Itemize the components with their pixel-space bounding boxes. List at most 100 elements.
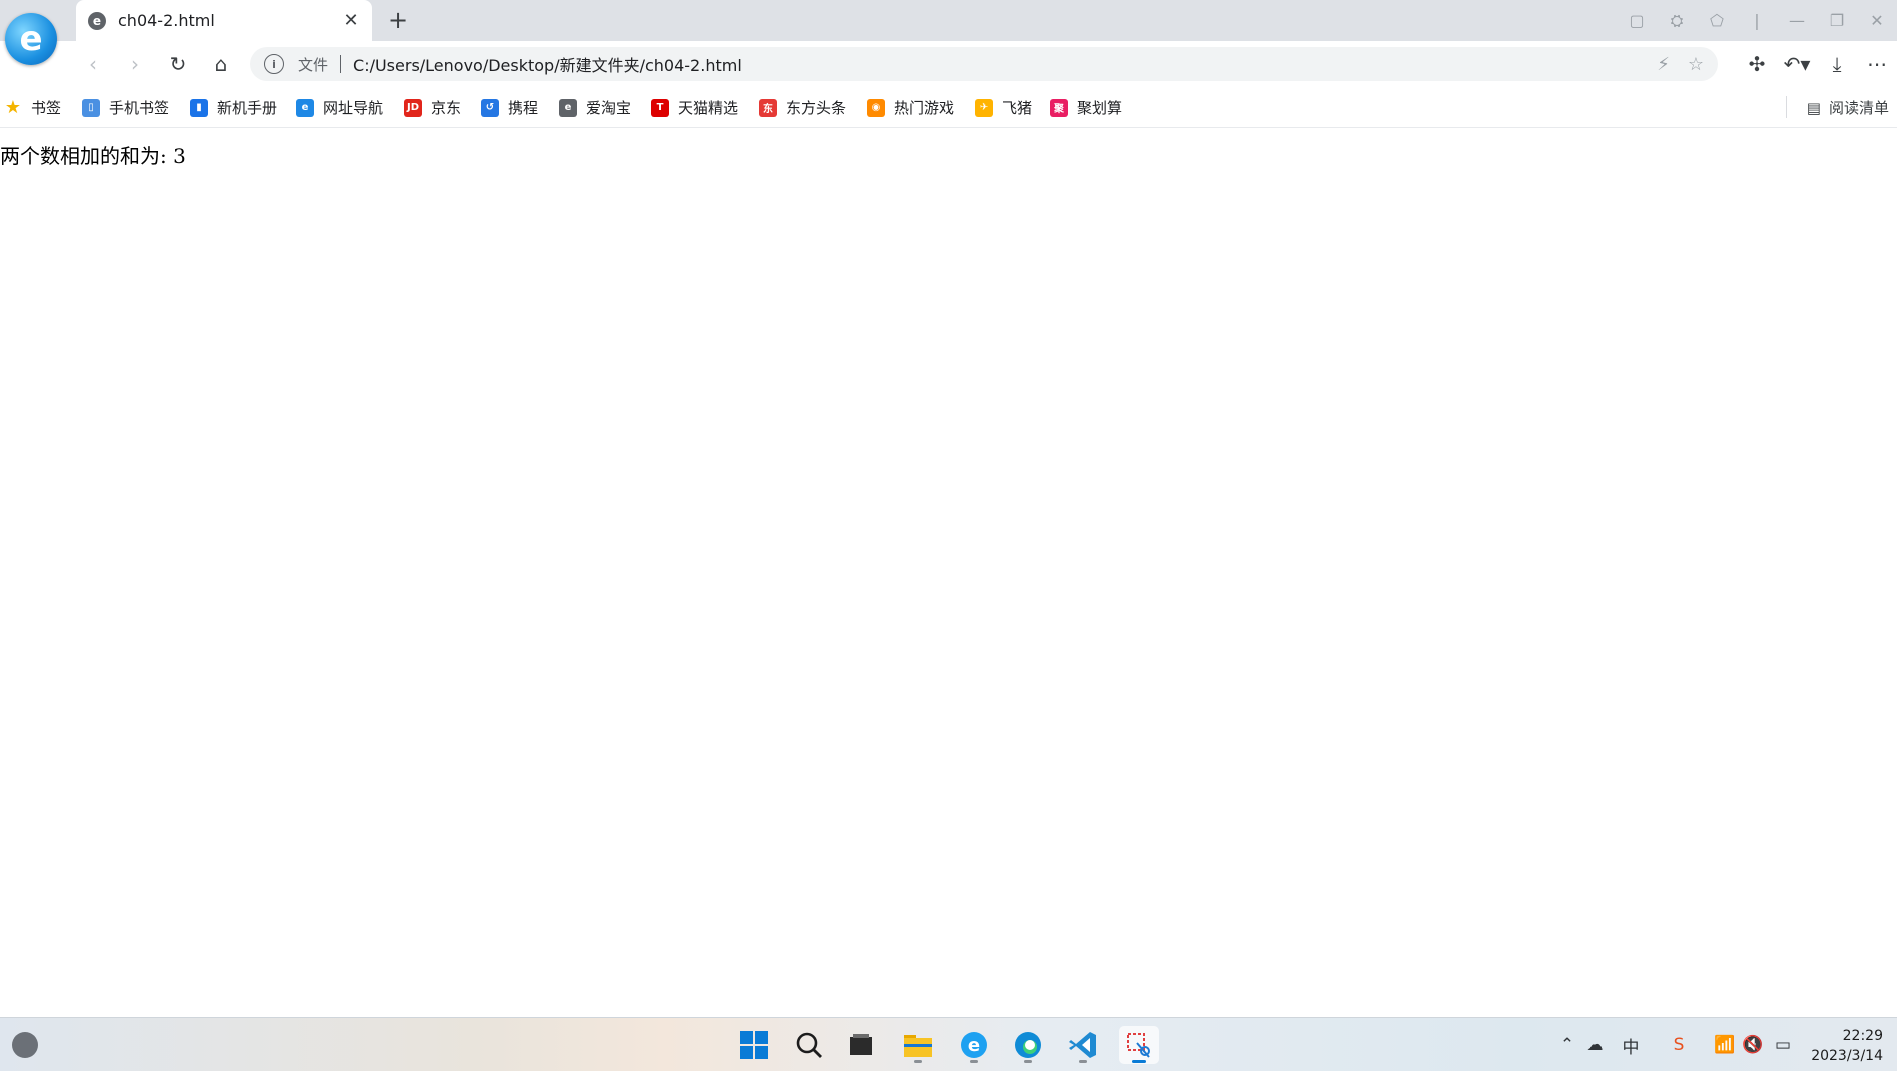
running-indicator [970,1060,978,1063]
snipping-tool-icon[interactable] [1119,1026,1159,1064]
info-icon[interactable]: i [264,54,284,74]
address-bar[interactable]: i 文件 C:/Users/Lenovo/Desktop/新建文件夹/ch04-… [250,47,1718,81]
more-menu-icon[interactable]: ⋯ [1857,49,1897,79]
close-window-icon[interactable]: ✕ [1857,11,1897,30]
bookmark-label: 聚划算 [1077,99,1123,117]
extensions-icon[interactable]: ✣ [1737,49,1777,79]
bookmark-item[interactable]: 聚聚划算 [1050,97,1122,118]
navigation-icon: e [296,98,314,117]
file-explorer-icon[interactable] [898,1026,938,1064]
taskbar: e ⌃ ☁ 中 S 📶 🔇 ▭ 22:29 2023/3/14 [0,1017,1897,1071]
bookmark-item[interactable]: T 天猫精选 [651,97,738,118]
running-indicator [1024,1060,1032,1063]
volume-muted-icon[interactable]: 🔇 [1740,1032,1766,1058]
bookmark-item[interactable]: ✈ 飞猪 [975,97,1032,118]
sidebar-toggle-icon[interactable]: ▢ [1617,11,1657,30]
shield-icon[interactable]: ⬠ [1697,11,1737,30]
bookmark-item[interactable]: 东东方头条 [759,97,846,118]
fliggy-icon: ✈ [975,98,993,117]
bookmarks-divider [1786,96,1787,118]
start-icon[interactable] [734,1026,774,1064]
page-content: 两个数相加的和为: 3 [0,128,1897,1017]
bookmarks-bar: ▤ 阅读清单 ★ 书签 ▯ 手机书签 ▮ 新机手册 e 网址导航 JD 京东 ↺ 携程 e 爱淘宝 T 天猫精… [0,87,1897,128]
reading-list-button[interactable]: ▤ 阅读清单 [1807,97,1889,118]
bookmark-label: 京东 [431,99,462,117]
vscode-icon[interactable] [1063,1026,1103,1064]
bookmark-item[interactable]: ◉ 热门游戏 [867,97,954,118]
omnibox-divider [340,55,342,73]
bookmark-item[interactable]: ▯ 手机书签 [82,97,169,118]
svg-text:e: e [968,1035,980,1056]
dftt-icon: 东 [759,98,777,117]
battery-icon[interactable]: ▭ [1770,1032,1796,1058]
bookmark-label: 爱淘宝 [586,99,632,117]
search-icon[interactable] [789,1026,829,1064]
reading-list-icon: ▤ [1806,98,1821,117]
browser-logo-icon[interactable]: e [5,13,57,65]
clock-date: 2023/3/14 [1811,1048,1883,1064]
edge-icon[interactable] [1008,1026,1048,1064]
bookmark-label: 飞猪 [1002,99,1033,117]
home-icon[interactable]: ⌂ [206,49,236,79]
reload-icon[interactable]: ↻ [163,49,193,79]
bookmark-item[interactable]: e 网址导航 [296,97,383,118]
bookmark-item[interactable]: JD 京东 [404,97,461,118]
weather-widget-icon[interactable] [12,1032,38,1058]
bookmark-label: 携程 [508,99,539,117]
phone-bookmark-icon: ▯ [82,98,100,117]
new-tab-icon[interactable]: + [384,6,412,34]
task-view-icon[interactable] [841,1026,881,1064]
bookmark-label: 书签 [31,99,62,117]
lightning-icon[interactable]: ⚡ [1657,54,1670,75]
manual-icon: ▮ [190,98,208,117]
tab-favicon-icon: e [88,11,106,30]
juhuasuan-icon: 聚 [1050,98,1068,117]
bookmark-label: 热门游戏 [894,99,955,117]
onedrive-icon[interactable]: ☁ [1582,1032,1608,1058]
window-controls: ▢ ⛭ ⬠ | — ❐ ✕ [1617,0,1897,41]
toolbar: ‹ › ↻ ⌂ i 文件 C:/Users/Lenovo/Desktop/新建文… [0,41,1897,87]
url-text[interactable]: C:/Users/Lenovo/Desktop/新建文件夹/ch04-2.htm… [353,52,742,76]
minimize-icon[interactable]: — [1777,11,1817,30]
tab-title: ch04-2.html [118,11,215,30]
clock[interactable]: 22:29 2023/3/14 [1811,1026,1883,1066]
bookmark-label: 网址导航 [323,99,384,117]
forward-icon[interactable]: › [120,49,150,79]
tab-close-icon[interactable]: ✕ [338,8,364,34]
bookmark-item[interactable]: ★ 书签 [4,97,61,118]
game-icon: ◉ [867,98,885,117]
ctrip-icon: ↺ [481,98,499,117]
bookmark-label: 天猫精选 [678,99,739,117]
taobao-icon: e [559,98,577,117]
ime-icon[interactable]: 中 [1618,1032,1644,1058]
bookmark-item[interactable]: e 爱淘宝 [559,97,631,118]
running-indicator [914,1060,922,1063]
scheme-label: 文件 [298,55,329,74]
bookmark-label: 新机手册 [217,99,278,117]
bookmark-item[interactable]: ↺ 携程 [481,97,538,118]
running-indicator [1132,1060,1146,1063]
wifi-icon[interactable]: 📶 [1712,1032,1738,1058]
download-icon[interactable]: ⤓ [1817,49,1857,79]
sogou-icon[interactable]: S [1666,1032,1692,1058]
incognito-icon[interactable]: ⛭ [1657,11,1697,31]
tmall-icon: T [651,98,669,117]
reading-list-label: 阅读清单 [1828,99,1889,117]
star-icon: ★ [4,97,22,118]
restore-icon[interactable]: ❐ [1817,11,1857,30]
tab-active[interactable]: e ch04-2.html ✕ [76,0,372,41]
bookmark-item[interactable]: ▮ 新机手册 [190,97,277,118]
toolbar-actions: ✣ ↶▾ ⤓ ⋯ [1737,49,1897,79]
jd-icon: JD [404,98,422,117]
undo-close-icon[interactable]: ↶▾ [1777,49,1817,79]
ie-browser-icon[interactable]: e [954,1026,994,1064]
title-bar: e e ch04-2.html ✕ + ▢ ⛭ ⬠ | — ❐ ✕ [0,0,1897,65]
bookmark-label: 东方头条 [786,99,847,117]
show-hidden-icons-icon[interactable]: ⌃ [1554,1032,1580,1058]
sum-result-text: 两个数相加的和为: 3 [0,144,186,168]
bookmark-star-icon[interactable]: ☆ [1688,54,1704,75]
running-indicator [1079,1060,1087,1063]
back-icon[interactable]: ‹ [78,49,108,79]
divider-icon: | [1754,11,1760,30]
clock-time: 22:29 [1842,1028,1883,1044]
